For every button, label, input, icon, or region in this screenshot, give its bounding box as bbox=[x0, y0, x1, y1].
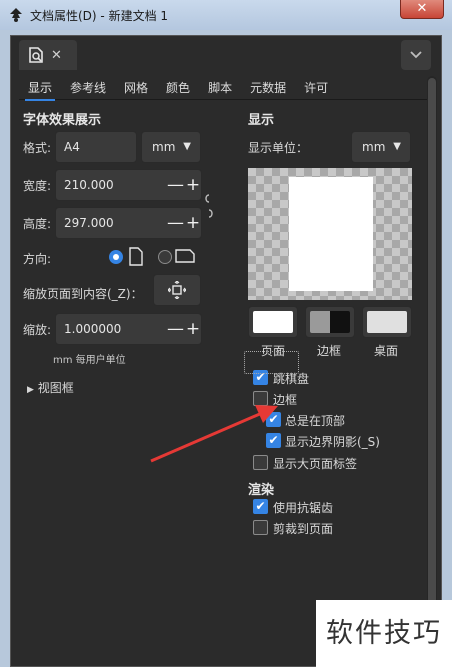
border-on-top-label: 总是在顶部 bbox=[285, 414, 346, 428]
border-shadow-label: 显示边界阴影(_S) bbox=[285, 435, 380, 449]
border-checkbox[interactable] bbox=[253, 391, 268, 406]
height-field[interactable]: 297.000 bbox=[55, 207, 167, 239]
border-checkbox-focus-ring bbox=[244, 351, 299, 374]
tab-colors[interactable]: 颜色 bbox=[157, 76, 199, 100]
panel-scrollbar[interactable] bbox=[427, 76, 437, 666]
scale-field[interactable]: 1.000000 bbox=[55, 313, 167, 345]
increment-icon[interactable]: + bbox=[186, 319, 200, 339]
format-label: 格式: bbox=[23, 141, 52, 155]
display-unit-label: 显示单位： bbox=[248, 141, 309, 155]
display-section-title: 显示 bbox=[248, 113, 275, 128]
window-title: 文档属性(D) - 新建文档 1 bbox=[30, 8, 169, 23]
landscape-page-icon bbox=[175, 249, 195, 263]
desk-color-label: 桌面 bbox=[374, 344, 399, 358]
antialias-label: 使用抗锯齿 bbox=[273, 501, 334, 515]
portrait-page-icon bbox=[129, 247, 143, 266]
caret-down-icon: ▼ bbox=[183, 141, 191, 152]
scale-label: 缩放: bbox=[23, 323, 52, 337]
resize-to-content-button[interactable] bbox=[153, 274, 201, 306]
panel-collapse-button[interactable] bbox=[401, 40, 431, 70]
expander-arrow-icon: ▶ bbox=[27, 385, 34, 395]
inkscape-logo-icon bbox=[10, 8, 22, 22]
caret-down-icon: ▼ bbox=[393, 141, 401, 152]
height-spin: — + bbox=[166, 207, 202, 239]
preview-page-sheet bbox=[289, 177, 373, 291]
tab-scripts[interactable]: 脚本 bbox=[199, 76, 241, 100]
border-color-label: 边框 bbox=[317, 344, 342, 358]
border-color-swatch bbox=[310, 311, 350, 333]
increment-icon[interactable]: + bbox=[186, 175, 200, 195]
width-field[interactable]: 210.000 bbox=[55, 169, 167, 201]
decrement-icon[interactable]: — bbox=[167, 319, 184, 339]
chevron-down-icon bbox=[410, 51, 422, 59]
desk-color-swatch bbox=[367, 311, 407, 333]
scrollbar-thumb[interactable] bbox=[428, 78, 436, 638]
tab-close-icon[interactable]: ✕ bbox=[51, 48, 62, 63]
increment-icon[interactable]: + bbox=[186, 213, 200, 233]
tab-document-properties[interactable]: ✕ bbox=[19, 40, 77, 70]
tab-display[interactable]: 显示 bbox=[19, 76, 61, 101]
scale-spin: — + bbox=[166, 313, 202, 345]
properties-tabbar: 显示 参考线 网格 颜色 脚本 元数据 许可 bbox=[19, 76, 427, 101]
format-unit-dropdown[interactable]: mm ▼ bbox=[141, 131, 201, 163]
page-size-section-title: 字体效果展示 bbox=[23, 113, 102, 128]
viewbox-expander[interactable]: ▶ 视图框 bbox=[27, 379, 74, 396]
document-properties-icon bbox=[29, 47, 43, 63]
fit-page-icon bbox=[168, 281, 186, 299]
format-unit-value: mm bbox=[152, 140, 176, 154]
width-label: 宽度: bbox=[23, 179, 52, 193]
orientation-label: 方向: bbox=[23, 252, 52, 266]
window-close-button[interactable]: ✕ bbox=[400, 0, 444, 19]
link-chain-icon[interactable] bbox=[204, 194, 214, 218]
format-field[interactable]: A4 bbox=[55, 131, 137, 163]
tab-guides[interactable]: 参考线 bbox=[61, 76, 115, 100]
tab-license[interactable]: 许可 bbox=[295, 76, 337, 100]
border-label: 边框 bbox=[273, 393, 298, 407]
width-spin: — + bbox=[166, 169, 202, 201]
orientation-landscape-radio[interactable] bbox=[158, 250, 172, 264]
display-unit-value: mm bbox=[362, 140, 386, 154]
tab-grids[interactable]: 网格 bbox=[115, 76, 157, 100]
document-properties-panel: ✕ 显示 参考线 网格 颜色 脚本 元数据 许可 字体效果展示 格式: A4 m… bbox=[10, 35, 442, 667]
desk-color-button[interactable] bbox=[362, 306, 412, 338]
clip-to-page-checkbox[interactable] bbox=[253, 520, 268, 535]
page-label-label: 显示大页面标签 bbox=[273, 457, 358, 471]
user-unit-note: mm 每用户单位 bbox=[53, 355, 126, 366]
page-label-checkbox[interactable] bbox=[253, 455, 268, 470]
viewbox-label: 视图框 bbox=[37, 381, 74, 395]
tab-metadata[interactable]: 元数据 bbox=[241, 76, 295, 100]
render-section-title: 渲染 bbox=[248, 483, 275, 498]
orientation-portrait-radio[interactable] bbox=[109, 250, 123, 264]
page-preview bbox=[248, 168, 412, 300]
decrement-icon[interactable]: — bbox=[167, 175, 184, 195]
border-shadow-checkbox[interactable]: ✔ bbox=[266, 433, 281, 448]
clip-to-page-label: 剪裁到页面 bbox=[273, 522, 334, 536]
window-titlebar: 文档属性(D) - 新建文档 1 ✕ bbox=[0, 0, 452, 30]
display-unit-dropdown[interactable]: mm ▼ bbox=[351, 131, 411, 163]
page-color-swatch bbox=[253, 311, 293, 333]
border-on-top-checkbox[interactable]: ✔ bbox=[266, 412, 281, 427]
decrement-icon[interactable]: — bbox=[167, 213, 184, 233]
page-color-button[interactable] bbox=[248, 306, 298, 338]
resize-to-content-label: 缩放页面到内容(_Z)： bbox=[23, 287, 143, 301]
antialias-checkbox[interactable]: ✔ bbox=[253, 499, 268, 514]
border-color-button[interactable] bbox=[305, 306, 355, 338]
height-label: 高度: bbox=[23, 217, 52, 231]
watermark: 软件技巧 bbox=[316, 600, 452, 667]
